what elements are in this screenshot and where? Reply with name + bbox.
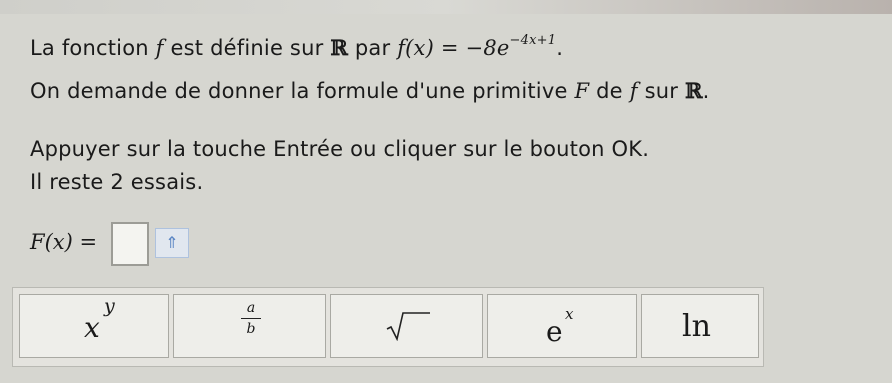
function-expression: f(x) = −8e — [397, 36, 510, 60]
period: . — [702, 79, 710, 103]
text-sur: sur — [644, 79, 679, 103]
power-button[interactable]: x y — [19, 294, 169, 358]
period: . — [556, 36, 564, 60]
fraction-numerator: a — [246, 300, 256, 316]
exercise-panel: La fonction f est définie sur ℝ par f(x)… — [0, 0, 892, 383]
function-symbol: f — [155, 36, 164, 60]
instruction-text: Appuyer sur la touche Entrée ou cliquer … — [30, 137, 650, 161]
fraction-button[interactable]: a b — [173, 294, 326, 358]
text-fonction: La fonction — [30, 36, 149, 60]
fraction-bar — [241, 318, 261, 319]
exp-base: e — [546, 315, 563, 348]
math-keypad: x y a b e x ln — [12, 287, 764, 367]
exp-button[interactable]: e x — [487, 294, 637, 358]
answer-label: F(x) = — [30, 230, 98, 254]
exp-exponent: x — [565, 305, 574, 323]
power-base: x — [84, 311, 100, 344]
question-definition: La fonction f est définie sur ℝ par f(x)… — [30, 33, 563, 60]
ln-button[interactable]: ln — [641, 294, 759, 358]
answer-input[interactable] — [111, 222, 149, 266]
sqrt-icon — [386, 312, 430, 341]
question-request: On demande de donner la formule d'une pr… — [30, 78, 710, 103]
sqrt-button[interactable] — [330, 294, 483, 358]
text-de: de — [596, 79, 623, 103]
double-up-arrow-icon[interactable]: ⇑ — [155, 228, 189, 258]
fraction-denominator: b — [246, 321, 256, 337]
fraction-icon: a b — [239, 299, 263, 338]
text-demande: On demande de donner la formule d'une pr… — [30, 79, 568, 103]
function-exponent: −4x+1 — [509, 33, 557, 48]
reals-symbol: ℝ — [684, 78, 703, 103]
ln-label: ln — [682, 309, 711, 344]
text-definie: est définie sur — [170, 36, 324, 60]
function-symbol: f — [629, 79, 638, 103]
primitive-symbol: F — [574, 79, 590, 103]
text-par: par — [354, 36, 391, 60]
power-exponent: y — [104, 295, 115, 317]
reals-symbol: ℝ — [330, 35, 348, 60]
attempts-remaining: Il reste 2 essais. — [30, 170, 204, 194]
